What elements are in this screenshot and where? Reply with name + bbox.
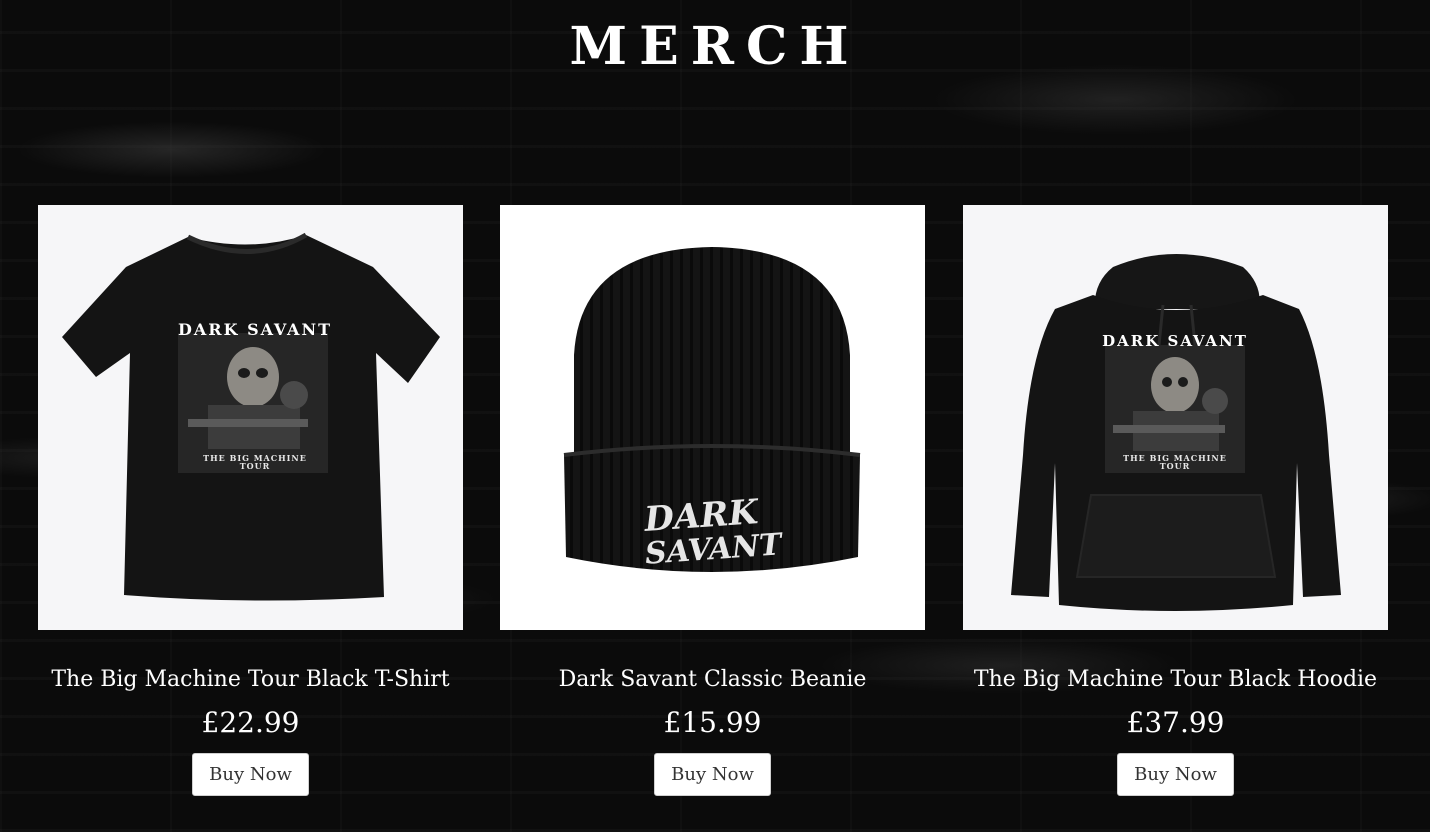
hoodie-illustration: DARK SAVANT THE BIG MACHINE TOUR xyxy=(1011,254,1341,611)
product-image-beanie[interactable]: DARK SAVANT xyxy=(500,205,925,630)
product-card-tshirt: DARK SAVANT THE BIG MACHINE TOUR The Big… xyxy=(38,205,463,815)
buy-now-button[interactable]: Buy Now xyxy=(192,753,309,796)
tshirt-print-band: DARK SAVANT xyxy=(178,320,332,339)
beanie-crown xyxy=(574,247,850,457)
tshirt-illustration: DARK SAVANT THE BIG MACHINE TOUR xyxy=(62,232,440,601)
product-card-hoodie: DARK SAVANT THE BIG MACHINE TOUR The Big… xyxy=(963,205,1388,815)
product-grid: DARK SAVANT THE BIG MACHINE TOUR The Big… xyxy=(38,205,1388,815)
product-card-beanie: DARK SAVANT Dark Savant Classic Beanie £… xyxy=(500,205,925,815)
page-title: MERCH xyxy=(569,16,861,77)
product-price: £37.99 xyxy=(1126,706,1225,739)
hoodie-print-tour-2: TOUR xyxy=(1160,461,1191,471)
buy-now-button[interactable]: Buy Now xyxy=(654,753,771,796)
product-image-tshirt[interactable]: DARK SAVANT THE BIG MACHINE TOUR xyxy=(38,205,463,630)
hoodie-print-band: DARK SAVANT xyxy=(1102,332,1248,350)
buy-now-button[interactable]: Buy Now xyxy=(1117,753,1234,796)
product-price: £22.99 xyxy=(201,706,300,739)
product-name: The Big Machine Tour Black T-Shirt xyxy=(51,667,450,692)
tshirt-print-tour-2: TOUR xyxy=(240,461,271,471)
product-name: The Big Machine Tour Black Hoodie xyxy=(973,667,1378,692)
product-image-hoodie[interactable]: DARK SAVANT THE BIG MACHINE TOUR xyxy=(963,205,1388,630)
product-name: Dark Savant Classic Beanie xyxy=(558,667,867,692)
beanie-illustration: DARK SAVANT xyxy=(563,247,861,572)
product-price: £15.99 xyxy=(663,706,762,739)
